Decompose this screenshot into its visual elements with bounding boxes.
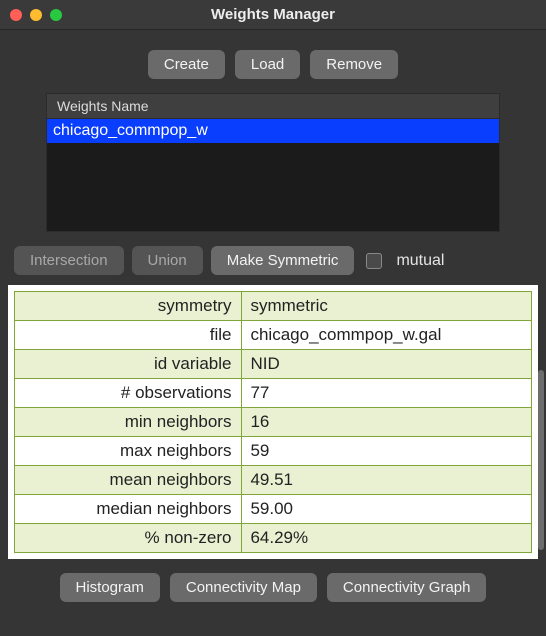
- close-icon[interactable]: [10, 9, 22, 21]
- prop-val: 59: [242, 437, 532, 466]
- prop-val: 59.00: [242, 495, 532, 524]
- weights-list-body[interactable]: chicago_commpop_w: [47, 119, 499, 231]
- prop-key: symmetry: [15, 292, 242, 321]
- mutual-label: mutual: [396, 252, 444, 270]
- table-row: max neighbors 59: [15, 437, 532, 466]
- prop-key: % non-zero: [15, 524, 242, 553]
- prop-key: id variable: [15, 350, 242, 379]
- create-button[interactable]: Create: [148, 50, 225, 79]
- weights-list: Weights Name chicago_commpop_w: [46, 93, 500, 232]
- prop-val: NID: [242, 350, 532, 379]
- window-controls: [10, 9, 62, 21]
- minimize-icon[interactable]: [30, 9, 42, 21]
- table-row: id variable NID: [15, 350, 532, 379]
- prop-val: 49.51: [242, 466, 532, 495]
- weights-list-header[interactable]: Weights Name: [47, 94, 499, 119]
- connectivity-graph-button[interactable]: Connectivity Graph: [327, 573, 487, 602]
- table-row: # observations 77: [15, 379, 532, 408]
- table-row: % non-zero 64.29%: [15, 524, 532, 553]
- table-row: file chicago_commpop_w.gal: [15, 321, 532, 350]
- prop-key: file: [15, 321, 242, 350]
- load-button[interactable]: Load: [235, 50, 300, 79]
- titlebar: Weights Manager: [0, 0, 546, 30]
- prop-val: 77: [242, 379, 532, 408]
- prop-key: # observations: [15, 379, 242, 408]
- prop-val: 16: [242, 408, 532, 437]
- prop-key: max neighbors: [15, 437, 242, 466]
- toolbar: Create Load Remove: [0, 30, 546, 93]
- prop-val: chicago_commpop_w.gal: [242, 321, 532, 350]
- table-row: min neighbors 16: [15, 408, 532, 437]
- scrollbar[interactable]: [538, 370, 544, 550]
- operations-row: Intersection Union Make Symmetric mutual: [0, 232, 546, 285]
- union-button: Union: [132, 246, 203, 275]
- prop-key: mean neighbors: [15, 466, 242, 495]
- table-row: symmetry symmetric: [15, 292, 532, 321]
- intersection-button: Intersection: [14, 246, 124, 275]
- list-item[interactable]: chicago_commpop_w: [47, 119, 499, 143]
- prop-key: median neighbors: [15, 495, 242, 524]
- connectivity-map-button[interactable]: Connectivity Map: [170, 573, 317, 602]
- properties-panel: symmetry symmetric file chicago_commpop_…: [8, 285, 538, 559]
- make-symmetric-button[interactable]: Make Symmetric: [211, 246, 355, 275]
- remove-button[interactable]: Remove: [310, 50, 398, 79]
- prop-key: min neighbors: [15, 408, 242, 437]
- bottom-toolbar: Histogram Connectivity Map Connectivity …: [0, 559, 546, 602]
- zoom-icon[interactable]: [50, 9, 62, 21]
- prop-val: 64.29%: [242, 524, 532, 553]
- table-row: mean neighbors 49.51: [15, 466, 532, 495]
- table-row: median neighbors 59.00: [15, 495, 532, 524]
- prop-val: symmetric: [242, 292, 532, 321]
- window-title: Weights Manager: [211, 6, 335, 23]
- mutual-checkbox[interactable]: [366, 253, 382, 269]
- histogram-button[interactable]: Histogram: [60, 573, 160, 602]
- properties-table: symmetry symmetric file chicago_commpop_…: [14, 291, 532, 553]
